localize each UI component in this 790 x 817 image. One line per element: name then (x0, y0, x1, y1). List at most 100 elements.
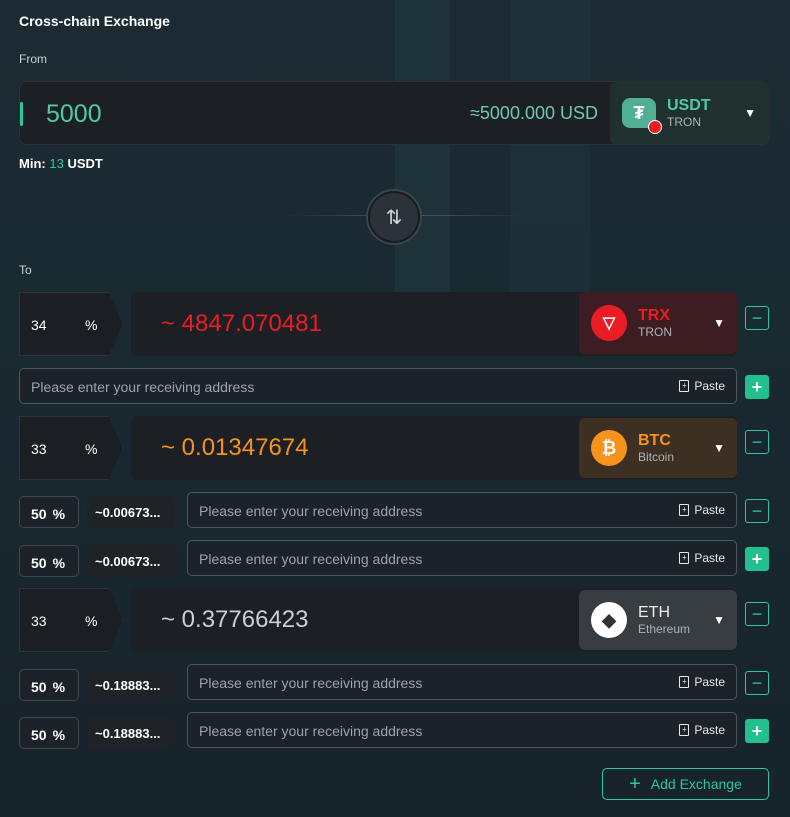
add-exchange-button[interactable]: + Add Exchange (602, 768, 769, 800)
paste-label: Paste (694, 675, 725, 689)
paste-label: Paste (694, 723, 725, 737)
paste-icon: + (679, 504, 690, 516)
percent-sign: % (52, 727, 66, 743)
from-token-symbol: USDT (667, 96, 711, 114)
token-symbol: BTC (638, 431, 671, 449)
percent-sign: % (85, 317, 98, 333)
address-placeholder: Please enter your receiving address (31, 379, 255, 395)
to-label: To (19, 263, 32, 277)
paste-label: Paste (694, 503, 725, 517)
receiving-address-input[interactable]: Please enter your receiving address + Pas… (187, 540, 737, 576)
paste-button[interactable]: + Paste (679, 503, 725, 517)
chevron-down-icon: ▼ (713, 441, 725, 455)
page-title: Cross-chain Exchange (19, 13, 170, 29)
receiving-address-input[interactable]: Please enter your receiving address + Pas… (187, 712, 737, 748)
percent-input[interactable]: 33 % (19, 588, 123, 652)
to-amount-box: ~ 0.01347674 ₿ BTC Bitcoin ▼ (131, 416, 737, 480)
split-amount: ~0.00673... (87, 545, 175, 577)
to-amount: ~ 4847.070481 (161, 310, 322, 337)
token-network: TRON (638, 325, 672, 340)
percent-value[interactable]: 34 (31, 317, 47, 333)
paste-button[interactable]: + Paste (679, 723, 725, 737)
chevron-down-icon: ▼ (713, 316, 725, 330)
remove-row-button[interactable]: − (745, 306, 769, 330)
split-percent-input[interactable]: 50% (19, 496, 79, 528)
from-amount-input[interactable]: 5000 (46, 100, 102, 129)
chevron-down-icon: ▼ (713, 613, 725, 627)
split-percent-value[interactable]: 50 (31, 506, 47, 522)
split-percent-input[interactable]: 50% (19, 717, 79, 749)
paste-button[interactable]: + Paste (679, 551, 725, 565)
percent-sign: % (85, 613, 98, 629)
address-placeholder: Please enter your receiving address (199, 723, 423, 739)
paste-icon: + (679, 676, 690, 688)
split-percent-value[interactable]: 50 (31, 727, 47, 743)
min-amount: Min: 13 USDT (19, 156, 103, 171)
to-token-select-eth[interactable]: ◆ ETH Ethereum ▼ (579, 590, 737, 650)
remove-row-button[interactable]: − (745, 602, 769, 626)
input-cursor (20, 102, 23, 126)
from-usd-value: ≈5000.000 USD (470, 103, 598, 123)
remove-row-button[interactable]: − (745, 430, 769, 454)
split-percent-value[interactable]: 50 (31, 679, 47, 695)
from-token-select[interactable]: ₮ USDT TRON ▼ (610, 82, 768, 144)
to-amount-box: ~ 0.37766423 ◆ ETH Ethereum ▼ (131, 588, 737, 652)
from-token-network: TRON (667, 115, 701, 130)
paste-icon: + (679, 380, 690, 392)
percent-sign: % (85, 441, 98, 457)
to-amount-box: ~ 4847.070481 ▽ TRX TRON ▼ (131, 292, 737, 356)
percent-sign: % (52, 555, 66, 571)
token-symbol: ETH (638, 603, 670, 621)
split-percent-input[interactable]: 50% (19, 545, 79, 577)
percent-input[interactable]: 34 % (19, 292, 123, 356)
add-address-button[interactable]: + (745, 719, 769, 743)
min-unit: USDT (67, 156, 103, 171)
swap-arrows-icon: ⇅ (385, 206, 403, 229)
tron-badge-icon (648, 120, 662, 134)
remove-address-button[interactable]: − (745, 499, 769, 523)
paste-label: Paste (694, 379, 725, 393)
from-label: From (19, 52, 47, 66)
percent-input[interactable]: 33 % (19, 416, 123, 480)
address-placeholder: Please enter your receiving address (199, 675, 423, 691)
add-address-button[interactable]: + (745, 375, 769, 399)
trx-icon: ▽ (591, 305, 627, 341)
percent-value[interactable]: 33 (31, 613, 47, 629)
split-percent-value[interactable]: 50 (31, 555, 47, 571)
min-label: Min: (19, 156, 46, 171)
split-percent-input[interactable]: 50% (19, 669, 79, 701)
percent-sign: % (52, 679, 66, 695)
swap-button[interactable]: ⇅ (368, 191, 420, 243)
min-value: 13 (49, 156, 64, 171)
split-amount: ~0.00673... (87, 496, 175, 528)
to-token-select-btc[interactable]: ₿ BTC Bitcoin ▼ (579, 418, 737, 478)
chevron-down-icon: ▼ (744, 106, 756, 120)
split-amount: ~0.18883... (87, 669, 175, 701)
paste-label: Paste (694, 551, 725, 565)
paste-button[interactable]: + Paste (679, 675, 725, 689)
from-input-box[interactable]: 5000 ≈5000.000 USD ₮ USDT TRON ▼ (19, 81, 769, 145)
receiving-address-input[interactable]: Please enter your receiving address + Pas… (19, 368, 737, 404)
address-placeholder: Please enter your receiving address (199, 503, 423, 519)
receiving-address-input[interactable]: Please enter your receiving address + Pas… (187, 492, 737, 528)
token-network: Bitcoin (638, 450, 675, 465)
paste-button[interactable]: + Paste (679, 379, 725, 393)
token-symbol: TRX (638, 306, 670, 324)
to-amount: ~ 0.01347674 (161, 434, 309, 461)
paste-icon: + (679, 724, 690, 736)
plus-icon: + (629, 773, 641, 795)
add-exchange-label: Add Exchange (650, 776, 742, 792)
split-amount: ~0.18883... (87, 717, 175, 749)
add-address-button[interactable]: + (745, 547, 769, 571)
percent-value[interactable]: 33 (31, 441, 47, 457)
usdt-icon: ₮ (622, 98, 662, 134)
to-token-select-trx[interactable]: ▽ TRX TRON ▼ (579, 292, 737, 354)
address-placeholder: Please enter your receiving address (199, 551, 423, 567)
remove-address-button[interactable]: − (745, 671, 769, 695)
eth-icon: ◆ (591, 602, 627, 638)
token-network: Ethereum (638, 622, 691, 637)
receiving-address-input[interactable]: Please enter your receiving address + Pas… (187, 664, 737, 700)
percent-sign: % (52, 506, 66, 522)
to-amount: ~ 0.37766423 (161, 606, 309, 633)
paste-icon: + (679, 552, 690, 564)
